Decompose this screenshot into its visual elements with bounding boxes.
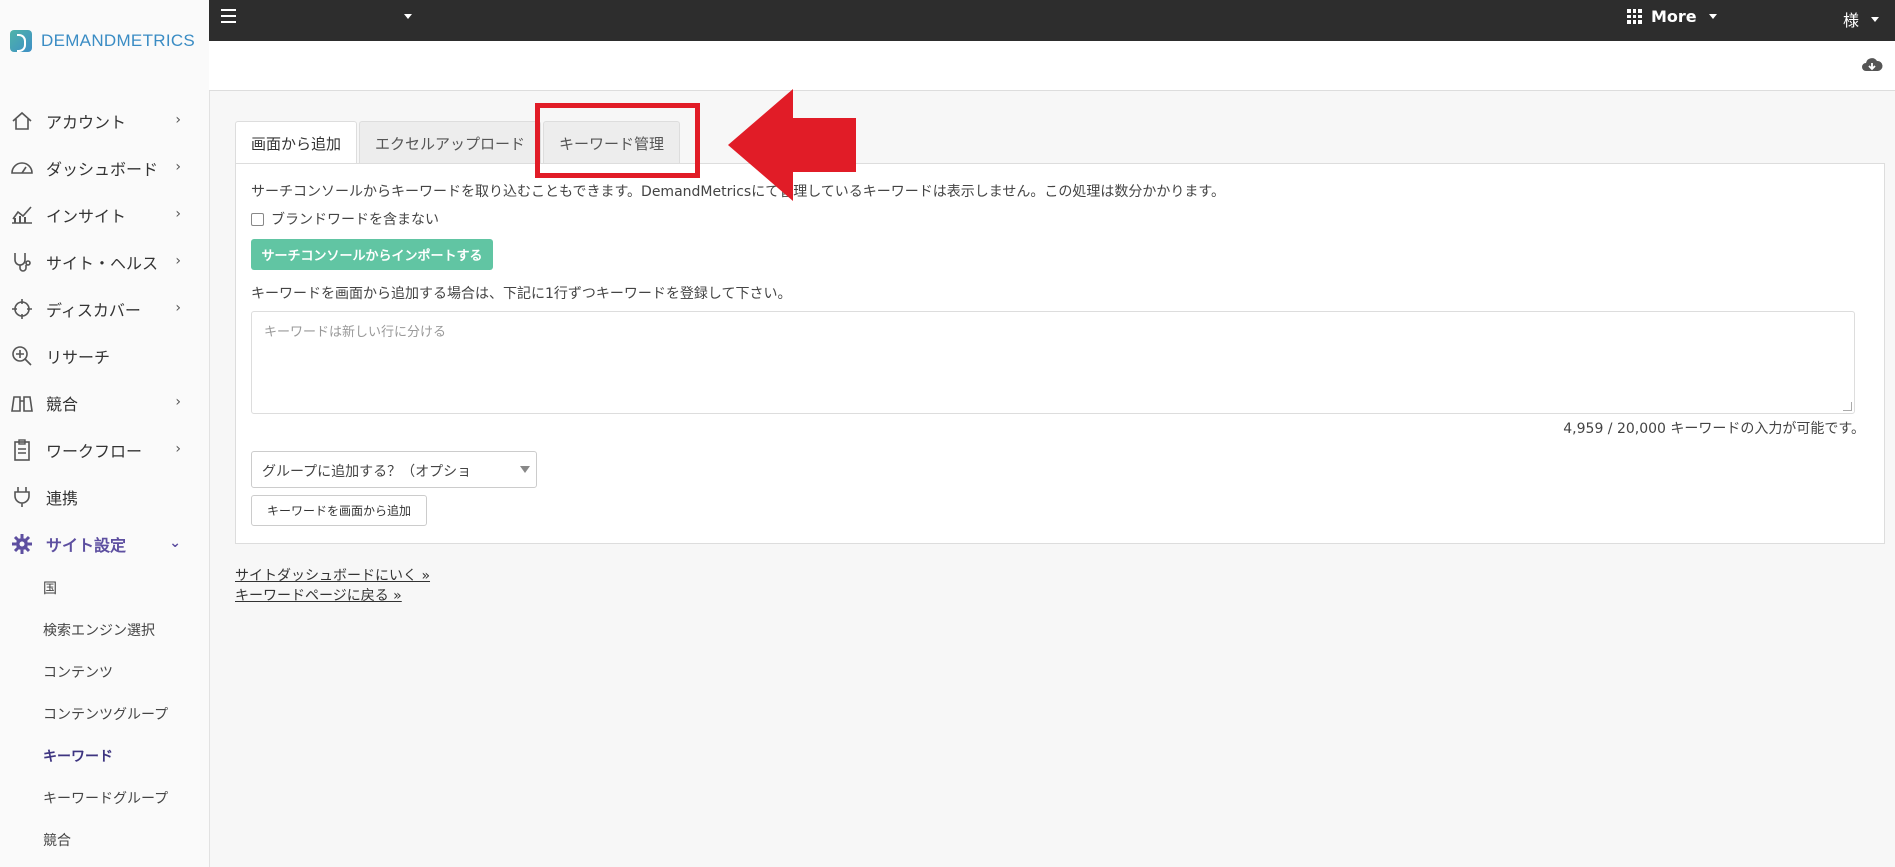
subitem-competitors[interactable]: 競合 [0, 819, 209, 861]
sidebar-item-site-settings[interactable]: サイト設定 ⌄ [0, 520, 209, 567]
tab-add-from-screen[interactable]: 画面から追加 [235, 121, 358, 165]
caret-down-icon [1871, 16, 1880, 22]
import-search-console-button[interactable]: サーチコンソールからインポートする [251, 239, 493, 270]
chevron-right-icon: › [175, 159, 181, 175]
home-icon [10, 109, 34, 133]
sidebar-item-label: ワークフロー [46, 441, 143, 461]
subitem-content-groups[interactable]: コンテンツグループ [0, 693, 209, 735]
keywords-textarea-placeholder: キーワードは新しい行に分ける [264, 325, 447, 340]
sidebar: DEMANDMETRICS アカウント › ダッシュボード › インサイト › [0, 0, 210, 867]
resize-handle-icon[interactable] [1843, 402, 1852, 411]
chevron-right-icon: › [175, 441, 181, 457]
sidebar-item-competition[interactable]: 競合 › [0, 379, 209, 426]
sidebar-item-workflow[interactable]: ワークフロー › [0, 426, 209, 473]
chevron-right-icon: › [175, 112, 181, 128]
crosshair-icon [10, 297, 34, 321]
group-select-value: グループに追加する？（オプショ [262, 464, 472, 480]
tab-excel-upload[interactable]: エクセルアップロード [359, 121, 542, 164]
apps-grid-icon [1627, 9, 1642, 24]
back-to-keywords-link[interactable]: キーワードページに戻る » [235, 585, 402, 605]
sidebar-item-dashboard[interactable]: ダッシュボード › [0, 144, 209, 191]
sidebar-item-site-health[interactable]: サイト・ヘルス › [0, 238, 209, 285]
add-keywords-button[interactable]: キーワードを画面から追加 [251, 495, 427, 526]
subitem-keyword-groups[interactable]: キーワードグループ [0, 777, 209, 819]
sidebar-item-label: インサイト [46, 206, 127, 226]
sidebar-item-label: ディスカバー [46, 300, 141, 320]
more-menu[interactable]: More [1627, 7, 1717, 26]
chevron-right-icon: › [175, 206, 181, 222]
chevron-down-icon: ⌄ [169, 535, 181, 551]
chevron-right-icon: › [175, 253, 181, 269]
chart-icon [10, 203, 34, 227]
sidebar-item-research[interactable]: リサーチ [0, 332, 209, 379]
brand-exclude-label: ブランドワードを含まない [271, 212, 439, 228]
subitem-country[interactable]: 国 [0, 567, 209, 609]
sidebar-item-account[interactable]: アカウント › [0, 97, 209, 144]
annotation-arrow-icon [728, 89, 856, 201]
keyword-counter: 4,959 / 20,000 キーワードの入力が可能です。 [1563, 421, 1865, 437]
group-select[interactable]: グループに追加する？（オプショ [251, 451, 537, 488]
user-label: 様 [1843, 11, 1860, 30]
sidebar-item-label: サイト設定 [46, 535, 127, 555]
annotation-highlight-box [535, 103, 700, 178]
dashboard-icon [10, 156, 34, 180]
user-menu[interactable]: 様 [1843, 7, 1880, 31]
hamburger-menu-icon[interactable] [221, 9, 236, 23]
plug-icon [10, 485, 34, 509]
sidebar-item-label: 連携 [46, 488, 79, 508]
brand-exclude-checkbox[interactable] [251, 213, 264, 226]
instruction-text: キーワードを画面から追加する場合は、下記に1行ずつキーワードを登録して下さい。 [251, 286, 792, 302]
cloud-download-icon[interactable] [1861, 56, 1883, 74]
more-label: More [1651, 7, 1697, 26]
binoculars-icon [10, 391, 34, 415]
brand-name: DEMANDMETRICS [41, 31, 196, 50]
search-plus-icon [10, 344, 34, 368]
site-settings-submenu: 国 検索エンジン選択 コンテンツ コンテンツグループ キーワード キーワードグル… [0, 567, 209, 861]
gear-icon [10, 532, 34, 556]
site-selector-caret-icon[interactable] [404, 14, 412, 19]
subitem-keywords[interactable]: キーワード [0, 735, 209, 777]
page-header-strip [209, 41, 1895, 91]
caret-down-icon [1708, 14, 1717, 19]
sidebar-item-label: アカウント [46, 112, 127, 132]
sidebar-item-label: 競合 [46, 394, 79, 414]
keywords-textarea[interactable]: キーワードは新しい行に分ける [251, 311, 1855, 414]
site-dashboard-link[interactable]: サイトダッシュボードにいく » [235, 565, 430, 585]
clipboard-icon [10, 438, 34, 462]
sidebar-item-insight[interactable]: インサイト › [0, 191, 209, 238]
sidebar-item-integration[interactable]: 連携 [0, 473, 209, 520]
logo-mark-icon [10, 30, 32, 52]
subitem-contents[interactable]: コンテンツ [0, 651, 209, 693]
brand-logo[interactable]: DEMANDMETRICS [10, 28, 195, 54]
subitem-search-engine[interactable]: 検索エンジン選択 [0, 609, 209, 651]
sidebar-item-label: リサーチ [46, 347, 111, 367]
sidebar-nav: アカウント › ダッシュボード › インサイト › サイト・ヘルス › ディスカ… [0, 97, 209, 861]
stethoscope-icon [10, 250, 34, 274]
top-navbar: More 様 [209, 0, 1895, 41]
chevron-right-icon: › [175, 394, 181, 410]
sidebar-item-label: ダッシュボード [46, 159, 159, 179]
tab-panel: サーチコンソールからキーワードを取り込むこともできます。DemandMetric… [235, 163, 1885, 544]
sidebar-item-discover[interactable]: ディスカバー › [0, 285, 209, 332]
caret-down-icon [520, 466, 530, 473]
sidebar-item-label: サイト・ヘルス [46, 253, 159, 273]
chevron-right-icon: › [175, 300, 181, 316]
